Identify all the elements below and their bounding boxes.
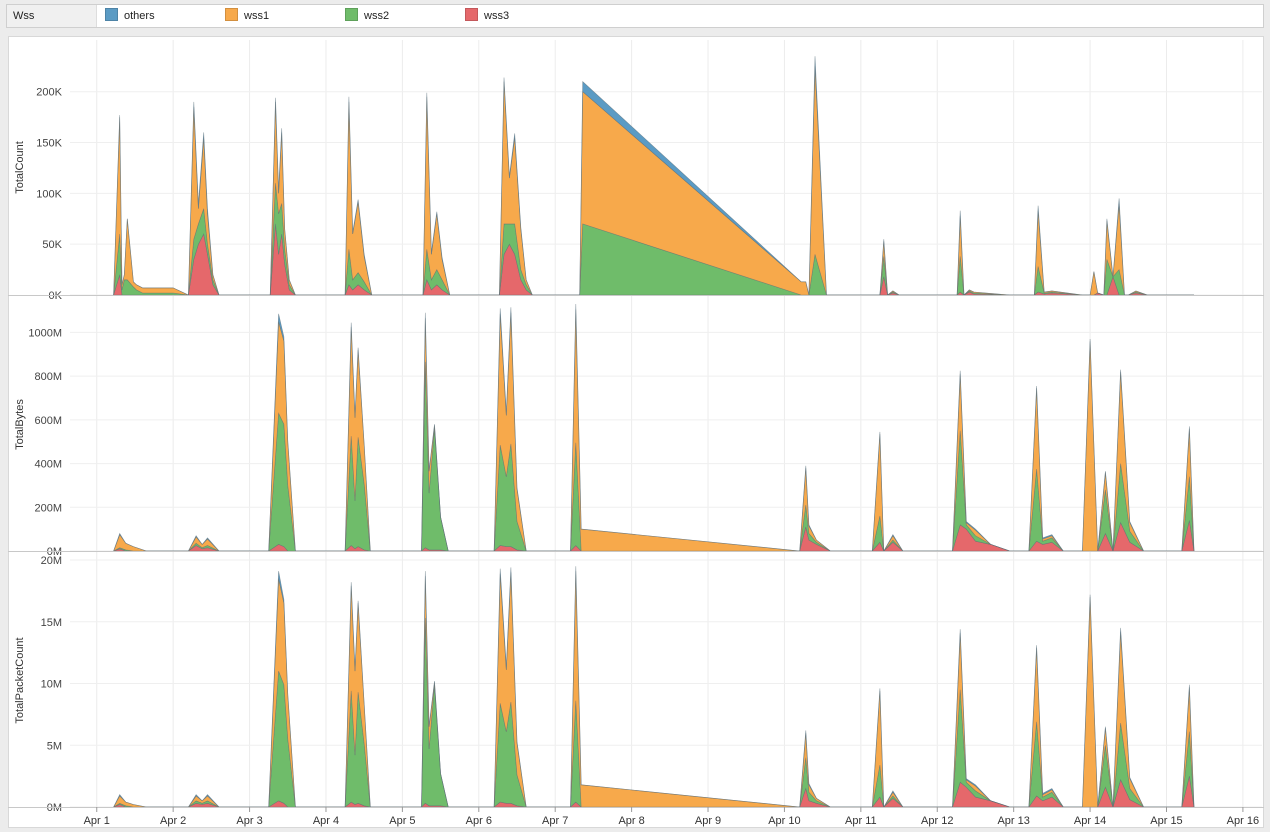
chart-svg[interactable]: 0K50K100K150K200KTotalCount0M200M400M600… — [0, 0, 1270, 832]
y-axis-label: TotalPacketCount — [14, 637, 26, 723]
y-tick-label: 400M — [34, 459, 62, 471]
y-tick-label: 150K — [36, 138, 62, 150]
y-axis-label: TotalBytes — [14, 399, 26, 450]
x-tick-label: Apr 16 — [1227, 815, 1259, 827]
y-tick-label: 50K — [42, 239, 62, 251]
x-tick-label: Apr 8 — [618, 815, 644, 827]
x-tick-label: Apr 1 — [84, 815, 110, 827]
x-tick-label: Apr 2 — [160, 815, 186, 827]
x-tick-label: Apr 7 — [542, 815, 568, 827]
x-tick-label: Apr 6 — [466, 815, 492, 827]
y-tick-label: 600M — [34, 415, 62, 427]
x-tick-label: Apr 9 — [695, 815, 721, 827]
y-tick-label: 20M — [41, 555, 62, 567]
y-tick-label: 800M — [34, 371, 62, 383]
x-tick-label: Apr 14 — [1074, 815, 1106, 827]
y-tick-label: 15M — [41, 617, 62, 629]
x-tick-label: Apr 11 — [845, 815, 877, 827]
x-tick-label: Apr 12 — [921, 815, 953, 827]
y-tick-label: 1000M — [28, 327, 62, 339]
x-tick-label: Apr 5 — [389, 815, 415, 827]
x-tick-label: Apr 4 — [313, 815, 339, 827]
y-axis-label: TotalCount — [14, 141, 26, 194]
x-tick-label: Apr 15 — [1150, 815, 1182, 827]
y-tick-label: 200M — [34, 502, 62, 514]
y-tick-label: 10M — [41, 679, 62, 691]
x-tick-label: Apr 10 — [768, 815, 800, 827]
x-tick-label: Apr 13 — [997, 815, 1029, 827]
y-tick-label: 200K — [36, 87, 62, 99]
y-tick-label: 5M — [47, 740, 62, 752]
y-tick-label: 100K — [36, 188, 62, 200]
x-tick-label: Apr 3 — [236, 815, 262, 827]
